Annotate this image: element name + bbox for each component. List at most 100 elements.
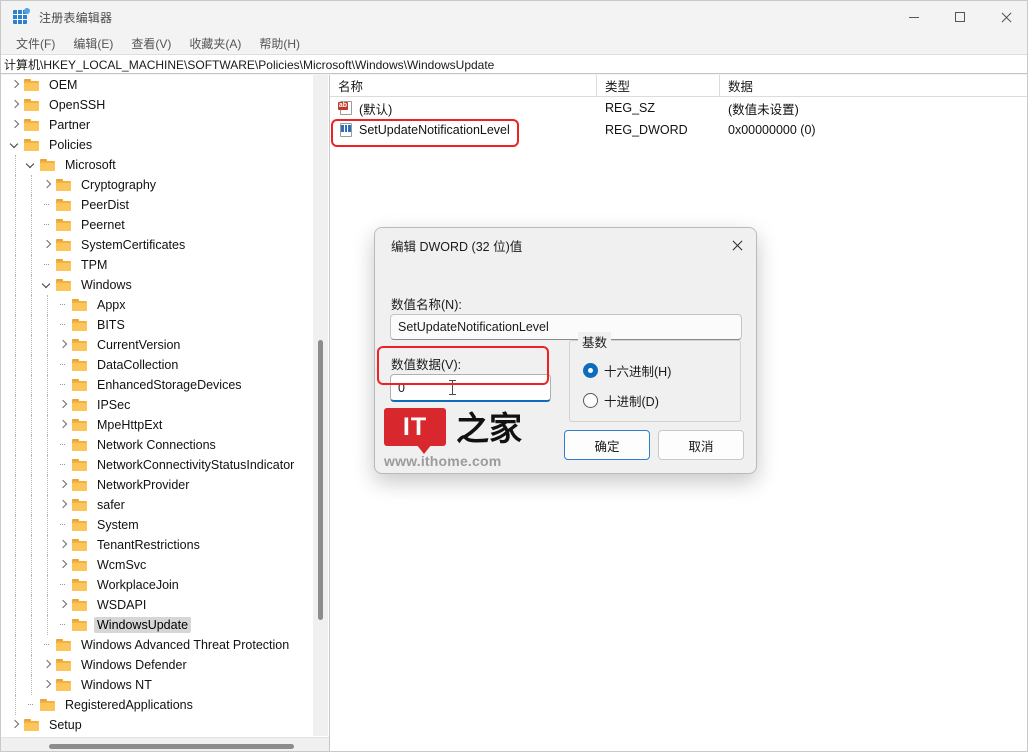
tree-guide-line — [47, 335, 48, 355]
tree-item-networkconnectivitystatusindicator[interactable]: NetworkConnectivityStatusIndicator — [1, 455, 314, 475]
tree-item-peerdist[interactable]: PeerDist — [1, 195, 314, 215]
value-data-label: 数值数据(V): — [391, 358, 462, 372]
tree-item-microsoft[interactable]: Microsoft — [1, 155, 314, 175]
chevron-down-icon[interactable] — [7, 135, 23, 155]
registry-editor-icon — [13, 8, 30, 25]
tree-item-oem[interactable]: OEM — [1, 75, 314, 95]
tree-item-setup[interactable]: Setup — [1, 715, 314, 735]
tree-item-partner[interactable]: Partner — [1, 115, 314, 135]
value-data-input-wrapper: 0 — [390, 374, 551, 402]
tree-item-bits[interactable]: BITS — [1, 315, 314, 335]
tree-item-workplacejoin[interactable]: WorkplaceJoin — [1, 575, 314, 595]
tree-horizontal-scrollbar[interactable] — [1, 737, 329, 751]
tree-item-openssh[interactable]: OpenSSH — [1, 95, 314, 115]
chevron-down-icon[interactable] — [23, 155, 39, 175]
tree-item-registeredapplications[interactable]: RegisteredApplications — [1, 695, 314, 715]
tree-guide-line — [15, 675, 16, 695]
tree-item-datacollection[interactable]: DataCollection — [1, 355, 314, 375]
tree-item-peernet[interactable]: Peernet — [1, 215, 314, 235]
tree-item-tenantrestrictions[interactable]: TenantRestrictions — [1, 535, 314, 555]
chevron-right-icon[interactable] — [39, 235, 55, 255]
tree-item-safer[interactable]: safer — [1, 495, 314, 515]
tree-item-label: OEM — [49, 78, 78, 92]
dialog-close-icon[interactable] — [718, 228, 756, 262]
menu-item-favorites[interactable]: 收藏夹(A) — [182, 33, 248, 54]
cancel-button[interactable]: 取消 — [658, 430, 744, 460]
column-header-name[interactable]: 名称 — [330, 75, 597, 96]
tree-item-windowsupdate[interactable]: WindowsUpdate — [1, 615, 314, 635]
radio-hexadecimal[interactable]: 十六进制(H) — [583, 361, 671, 380]
value-row[interactable]: SetUpdateNotificationLevel REG_DWORD 0x000… — [330, 119, 1027, 141]
value-data-input[interactable]: 0 — [390, 374, 551, 402]
chevron-right-icon[interactable] — [55, 335, 71, 355]
tree-horizontal-scroll-thumb[interactable] — [49, 744, 294, 749]
address-bar[interactable]: 计算机\HKEY_LOCAL_MACHINE\SOFTWARE\Policies… — [1, 54, 1027, 74]
registry-editor-window: 注册表编辑器 文件(F) 编辑(E) 查看(V) 收藏夹(A) 帮助(H) 计算… — [0, 0, 1028, 752]
minimize-button[interactable] — [891, 1, 937, 33]
ithome-url-text: www.ithome.com — [384, 453, 502, 469]
tree-guide-line — [31, 295, 32, 315]
tree-guide-line — [31, 475, 32, 495]
tree-item-ipsec[interactable]: IPSec — [1, 395, 314, 415]
tree-item-windows-defender[interactable]: Windows Defender — [1, 655, 314, 675]
tree-item-label: Windows NT — [81, 678, 152, 692]
tree-item-tpm[interactable]: TPM — [1, 255, 314, 275]
tree-item-label: Windows — [81, 278, 132, 292]
menu-item-help[interactable]: 帮助(H) — [252, 33, 307, 54]
tree-item-wcmsvc[interactable]: WcmSvc — [1, 555, 314, 575]
tree-item-cryptography[interactable]: Cryptography — [1, 175, 314, 195]
tree-guide-line — [15, 535, 16, 555]
radio-decimal[interactable]: 十进制(D) — [583, 391, 659, 410]
column-header-type[interactable]: 类型 — [597, 75, 720, 96]
chevron-right-icon[interactable] — [39, 175, 55, 195]
chevron-right-icon[interactable] — [55, 555, 71, 575]
column-header-data[interactable]: 数据 — [720, 75, 1027, 96]
chevron-right-icon[interactable] — [7, 95, 23, 115]
tree-item-networkprovider[interactable]: NetworkProvider — [1, 475, 314, 495]
menu-item-view[interactable]: 查看(V) — [124, 33, 178, 54]
tree-item-windows[interactable]: Windows — [1, 275, 314, 295]
tree-item-wsdapi[interactable]: WSDAPI — [1, 595, 314, 615]
tree-item-label: safer — [97, 498, 125, 512]
chevron-right-icon[interactable] — [55, 595, 71, 615]
tree-item-network-connections[interactable]: Network Connections — [1, 435, 314, 455]
tree-guide-line — [31, 315, 32, 335]
chevron-right-icon[interactable] — [39, 655, 55, 675]
value-row[interactable]: ab (默认) REG_SZ (数值未设置) — [330, 97, 1027, 119]
tree-item-systemcertificates[interactable]: SystemCertificates — [1, 235, 314, 255]
tree-item-policies[interactable]: Policies — [1, 135, 314, 155]
menu-item-edit[interactable]: 编辑(E) — [66, 33, 120, 54]
tree-item-enhancedstoragedevices[interactable]: EnhancedStorageDevices — [1, 375, 314, 395]
tree-item-windows-nt[interactable]: Windows NT — [1, 675, 314, 695]
chevron-right-icon[interactable] — [55, 415, 71, 435]
tree-item-system[interactable]: System — [1, 515, 314, 535]
ok-button[interactable]: 确定 — [564, 430, 650, 460]
window-title: 注册表编辑器 — [39, 10, 113, 25]
chevron-right-icon[interactable] — [7, 715, 23, 735]
tree-vertical-scrollbar[interactable] — [313, 75, 328, 736]
tree-item-currentversion[interactable]: CurrentVersion — [1, 335, 314, 355]
tree-item-windows-advanced-threat-protection[interactable]: Windows Advanced Threat Protection — [1, 635, 314, 655]
close-button[interactable] — [983, 1, 1027, 33]
tree-guide-line — [15, 555, 16, 575]
chevron-right-icon[interactable] — [55, 495, 71, 515]
tree-item-label: Appx — [97, 298, 126, 312]
tree-guide-line — [15, 475, 16, 495]
chevron-right-icon[interactable] — [7, 115, 23, 135]
chevron-right-icon[interactable] — [55, 475, 71, 495]
chevron-right-icon[interactable] — [7, 75, 23, 95]
tree-guide-line — [47, 495, 48, 515]
tree-vertical-scroll-thumb[interactable] — [318, 340, 323, 620]
folder-icon — [71, 415, 90, 435]
chevron-right-icon[interactable] — [55, 535, 71, 555]
tree-item-appx[interactable]: Appx — [1, 295, 314, 315]
chevron-right-icon[interactable] — [55, 395, 71, 415]
chevron-down-icon[interactable] — [39, 275, 55, 295]
maximize-button[interactable] — [937, 1, 983, 33]
folder-icon — [71, 615, 90, 635]
menu-item-file[interactable]: 文件(F) — [9, 33, 62, 54]
chevron-right-icon[interactable] — [39, 675, 55, 695]
tree-item-mpehttpext[interactable]: MpeHttpExt — [1, 415, 314, 435]
value-name-input[interactable]: SetUpdateNotificationLevel — [390, 314, 742, 340]
